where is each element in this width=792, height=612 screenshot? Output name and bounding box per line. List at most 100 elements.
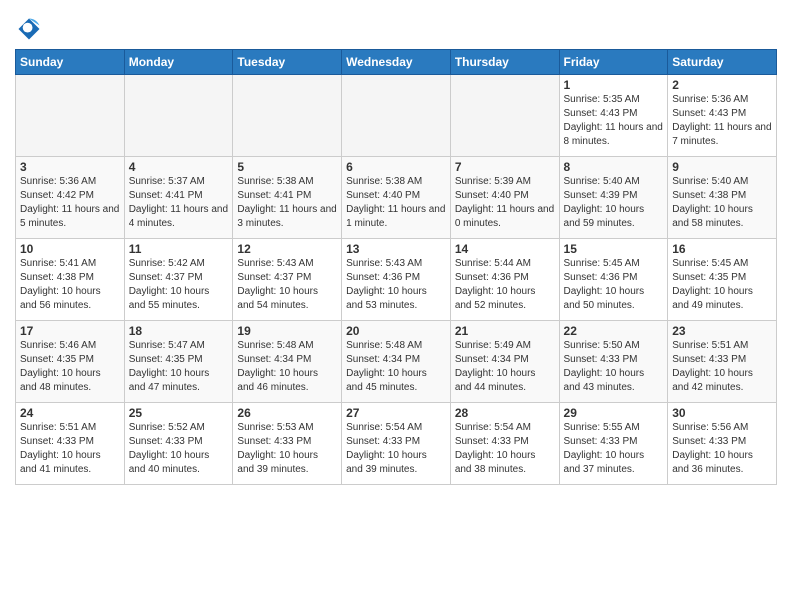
day-number: 28 bbox=[455, 406, 555, 420]
day-info: Sunrise: 5:40 AM Sunset: 4:39 PM Dayligh… bbox=[564, 175, 664, 231]
day-info: Sunrise: 5:42 AM Sunset: 4:37 PM Dayligh… bbox=[129, 257, 229, 313]
calendar-cell: 27 Sunrise: 5:54 AM Sunset: 4:33 PM Dayl… bbox=[342, 403, 451, 485]
day-number: 10 bbox=[20, 242, 120, 256]
weekday-header-thursday: Thursday bbox=[450, 50, 559, 75]
day-info: Sunrise: 5:54 AM Sunset: 4:33 PM Dayligh… bbox=[455, 421, 555, 477]
calendar-cell: 1 Sunrise: 5:35 AM Sunset: 4:43 PM Dayli… bbox=[559, 75, 668, 157]
calendar-cell: 20 Sunrise: 5:48 AM Sunset: 4:34 PM Dayl… bbox=[342, 321, 451, 403]
weekday-header-wednesday: Wednesday bbox=[342, 50, 451, 75]
weekday-header-monday: Monday bbox=[124, 50, 233, 75]
day-info: Sunrise: 5:38 AM Sunset: 4:41 PM Dayligh… bbox=[237, 175, 337, 231]
day-info: Sunrise: 5:43 AM Sunset: 4:37 PM Dayligh… bbox=[237, 257, 337, 313]
weekday-header-saturday: Saturday bbox=[668, 50, 777, 75]
day-number: 17 bbox=[20, 324, 120, 338]
calendar-cell: 5 Sunrise: 5:38 AM Sunset: 4:41 PM Dayli… bbox=[233, 157, 342, 239]
calendar-header-row: SundayMondayTuesdayWednesdayThursdayFrid… bbox=[16, 50, 777, 75]
calendar-cell: 3 Sunrise: 5:36 AM Sunset: 4:42 PM Dayli… bbox=[16, 157, 125, 239]
day-info: Sunrise: 5:41 AM Sunset: 4:38 PM Dayligh… bbox=[20, 257, 120, 313]
day-number: 25 bbox=[129, 406, 229, 420]
day-number: 30 bbox=[672, 406, 772, 420]
calendar-cell: 7 Sunrise: 5:39 AM Sunset: 4:40 PM Dayli… bbox=[450, 157, 559, 239]
calendar-cell: 18 Sunrise: 5:47 AM Sunset: 4:35 PM Dayl… bbox=[124, 321, 233, 403]
calendar-cell: 13 Sunrise: 5:43 AM Sunset: 4:36 PM Dayl… bbox=[342, 239, 451, 321]
weekday-header-friday: Friday bbox=[559, 50, 668, 75]
calendar-cell bbox=[124, 75, 233, 157]
calendar-cell bbox=[16, 75, 125, 157]
calendar-cell: 12 Sunrise: 5:43 AM Sunset: 4:37 PM Dayl… bbox=[233, 239, 342, 321]
day-info: Sunrise: 5:52 AM Sunset: 4:33 PM Dayligh… bbox=[129, 421, 229, 477]
day-info: Sunrise: 5:45 AM Sunset: 4:36 PM Dayligh… bbox=[564, 257, 664, 313]
calendar-cell: 2 Sunrise: 5:36 AM Sunset: 4:43 PM Dayli… bbox=[668, 75, 777, 157]
week-row-1: 1 Sunrise: 5:35 AM Sunset: 4:43 PM Dayli… bbox=[16, 75, 777, 157]
page-container: SundayMondayTuesdayWednesdayThursdayFrid… bbox=[0, 0, 792, 490]
weekday-header-tuesday: Tuesday bbox=[233, 50, 342, 75]
day-number: 4 bbox=[129, 160, 229, 174]
day-number: 22 bbox=[564, 324, 664, 338]
calendar-cell: 17 Sunrise: 5:46 AM Sunset: 4:35 PM Dayl… bbox=[16, 321, 125, 403]
day-number: 27 bbox=[346, 406, 446, 420]
day-number: 11 bbox=[129, 242, 229, 256]
week-row-5: 24 Sunrise: 5:51 AM Sunset: 4:33 PM Dayl… bbox=[16, 403, 777, 485]
day-number: 12 bbox=[237, 242, 337, 256]
day-number: 14 bbox=[455, 242, 555, 256]
day-info: Sunrise: 5:43 AM Sunset: 4:36 PM Dayligh… bbox=[346, 257, 446, 313]
calendar-cell: 11 Sunrise: 5:42 AM Sunset: 4:37 PM Dayl… bbox=[124, 239, 233, 321]
calendar-cell: 14 Sunrise: 5:44 AM Sunset: 4:36 PM Dayl… bbox=[450, 239, 559, 321]
day-info: Sunrise: 5:48 AM Sunset: 4:34 PM Dayligh… bbox=[237, 339, 337, 395]
calendar-cell bbox=[450, 75, 559, 157]
day-info: Sunrise: 5:37 AM Sunset: 4:41 PM Dayligh… bbox=[129, 175, 229, 231]
day-info: Sunrise: 5:38 AM Sunset: 4:40 PM Dayligh… bbox=[346, 175, 446, 231]
day-number: 7 bbox=[455, 160, 555, 174]
logo bbox=[15, 15, 46, 43]
calendar-cell: 6 Sunrise: 5:38 AM Sunset: 4:40 PM Dayli… bbox=[342, 157, 451, 239]
day-info: Sunrise: 5:54 AM Sunset: 4:33 PM Dayligh… bbox=[346, 421, 446, 477]
day-info: Sunrise: 5:50 AM Sunset: 4:33 PM Dayligh… bbox=[564, 339, 664, 395]
day-info: Sunrise: 5:45 AM Sunset: 4:35 PM Dayligh… bbox=[672, 257, 772, 313]
day-number: 3 bbox=[20, 160, 120, 174]
day-number: 24 bbox=[20, 406, 120, 420]
day-number: 15 bbox=[564, 242, 664, 256]
day-number: 6 bbox=[346, 160, 446, 174]
calendar-cell: 28 Sunrise: 5:54 AM Sunset: 4:33 PM Dayl… bbox=[450, 403, 559, 485]
day-info: Sunrise: 5:46 AM Sunset: 4:35 PM Dayligh… bbox=[20, 339, 120, 395]
calendar-cell: 10 Sunrise: 5:41 AM Sunset: 4:38 PM Dayl… bbox=[16, 239, 125, 321]
calendar-cell bbox=[342, 75, 451, 157]
logo-icon bbox=[15, 15, 43, 43]
calendar-cell: 9 Sunrise: 5:40 AM Sunset: 4:38 PM Dayli… bbox=[668, 157, 777, 239]
day-info: Sunrise: 5:36 AM Sunset: 4:42 PM Dayligh… bbox=[20, 175, 120, 231]
calendar-cell: 23 Sunrise: 5:51 AM Sunset: 4:33 PM Dayl… bbox=[668, 321, 777, 403]
calendar-cell: 21 Sunrise: 5:49 AM Sunset: 4:34 PM Dayl… bbox=[450, 321, 559, 403]
day-info: Sunrise: 5:55 AM Sunset: 4:33 PM Dayligh… bbox=[564, 421, 664, 477]
day-number: 23 bbox=[672, 324, 772, 338]
calendar-cell: 19 Sunrise: 5:48 AM Sunset: 4:34 PM Dayl… bbox=[233, 321, 342, 403]
calendar-cell: 8 Sunrise: 5:40 AM Sunset: 4:39 PM Dayli… bbox=[559, 157, 668, 239]
calendar-cell: 29 Sunrise: 5:55 AM Sunset: 4:33 PM Dayl… bbox=[559, 403, 668, 485]
day-info: Sunrise: 5:49 AM Sunset: 4:34 PM Dayligh… bbox=[455, 339, 555, 395]
day-info: Sunrise: 5:44 AM Sunset: 4:36 PM Dayligh… bbox=[455, 257, 555, 313]
calendar-cell: 16 Sunrise: 5:45 AM Sunset: 4:35 PM Dayl… bbox=[668, 239, 777, 321]
day-info: Sunrise: 5:47 AM Sunset: 4:35 PM Dayligh… bbox=[129, 339, 229, 395]
day-number: 20 bbox=[346, 324, 446, 338]
calendar-cell bbox=[233, 75, 342, 157]
day-info: Sunrise: 5:51 AM Sunset: 4:33 PM Dayligh… bbox=[20, 421, 120, 477]
weekday-header-sunday: Sunday bbox=[16, 50, 125, 75]
day-number: 21 bbox=[455, 324, 555, 338]
day-number: 18 bbox=[129, 324, 229, 338]
calendar-cell: 30 Sunrise: 5:56 AM Sunset: 4:33 PM Dayl… bbox=[668, 403, 777, 485]
day-number: 19 bbox=[237, 324, 337, 338]
week-row-2: 3 Sunrise: 5:36 AM Sunset: 4:42 PM Dayli… bbox=[16, 157, 777, 239]
day-info: Sunrise: 5:35 AM Sunset: 4:43 PM Dayligh… bbox=[564, 93, 664, 149]
day-number: 9 bbox=[672, 160, 772, 174]
week-row-3: 10 Sunrise: 5:41 AM Sunset: 4:38 PM Dayl… bbox=[16, 239, 777, 321]
day-info: Sunrise: 5:36 AM Sunset: 4:43 PM Dayligh… bbox=[672, 93, 772, 149]
day-info: Sunrise: 5:39 AM Sunset: 4:40 PM Dayligh… bbox=[455, 175, 555, 231]
day-info: Sunrise: 5:48 AM Sunset: 4:34 PM Dayligh… bbox=[346, 339, 446, 395]
day-number: 5 bbox=[237, 160, 337, 174]
day-number: 29 bbox=[564, 406, 664, 420]
calendar-cell: 25 Sunrise: 5:52 AM Sunset: 4:33 PM Dayl… bbox=[124, 403, 233, 485]
calendar-table: SundayMondayTuesdayWednesdayThursdayFrid… bbox=[15, 49, 777, 485]
day-info: Sunrise: 5:51 AM Sunset: 4:33 PM Dayligh… bbox=[672, 339, 772, 395]
week-row-4: 17 Sunrise: 5:46 AM Sunset: 4:35 PM Dayl… bbox=[16, 321, 777, 403]
calendar-cell: 22 Sunrise: 5:50 AM Sunset: 4:33 PM Dayl… bbox=[559, 321, 668, 403]
day-number: 2 bbox=[672, 78, 772, 92]
